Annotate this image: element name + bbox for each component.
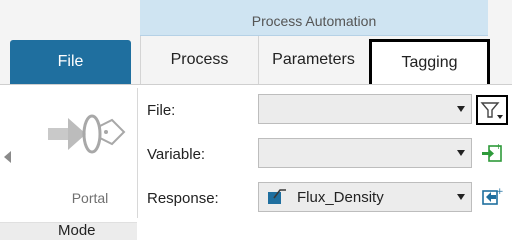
add-response-icon: + <box>482 187 504 205</box>
variable-label: Variable: <box>147 146 206 163</box>
tab-file[interactable]: File <box>10 40 131 84</box>
file-label: File: <box>147 102 176 119</box>
add-variable-icon: + <box>482 142 502 162</box>
portal-label: Portal <box>71 190 109 206</box>
response-dropdown[interactable]: Flux_Density <box>258 182 472 212</box>
scroll-left-arrow-icon[interactable] <box>4 151 11 163</box>
filter-button[interactable] <box>476 95 508 125</box>
portal-icon <box>48 114 126 154</box>
context-tab-title: Process Automation <box>251 13 377 29</box>
tagging-group-footer <box>138 222 512 240</box>
response-variable-icon <box>266 187 288 207</box>
portal-button[interactable] <box>42 104 126 164</box>
ribbon-top-blank <box>0 0 140 36</box>
file-dropdown[interactable] <box>258 94 472 124</box>
context-tab-header: Process Automation <box>140 0 488 36</box>
chevron-down-icon <box>457 194 465 200</box>
ribbon-top-right-blank <box>488 0 512 36</box>
group-divider <box>137 88 138 218</box>
tab-tagging[interactable]: Tagging <box>369 39 490 84</box>
tab-parameters[interactable]: Parameters <box>258 36 368 84</box>
response-label: Response: <box>147 190 219 207</box>
tab-process[interactable]: Process <box>140 36 258 84</box>
mode-group-label: Mode <box>58 222 96 239</box>
svg-text:+: + <box>495 142 502 151</box>
variable-dropdown[interactable] <box>258 138 472 168</box>
chevron-down-icon <box>457 106 465 112</box>
chevron-down-icon <box>457 150 465 156</box>
add-variable-button[interactable]: + <box>480 141 504 165</box>
response-dropdown-value: Flux_Density <box>297 189 384 206</box>
svg-text:+: + <box>496 187 504 197</box>
filter-icon <box>480 102 503 119</box>
add-response-button[interactable]: + <box>480 185 504 209</box>
